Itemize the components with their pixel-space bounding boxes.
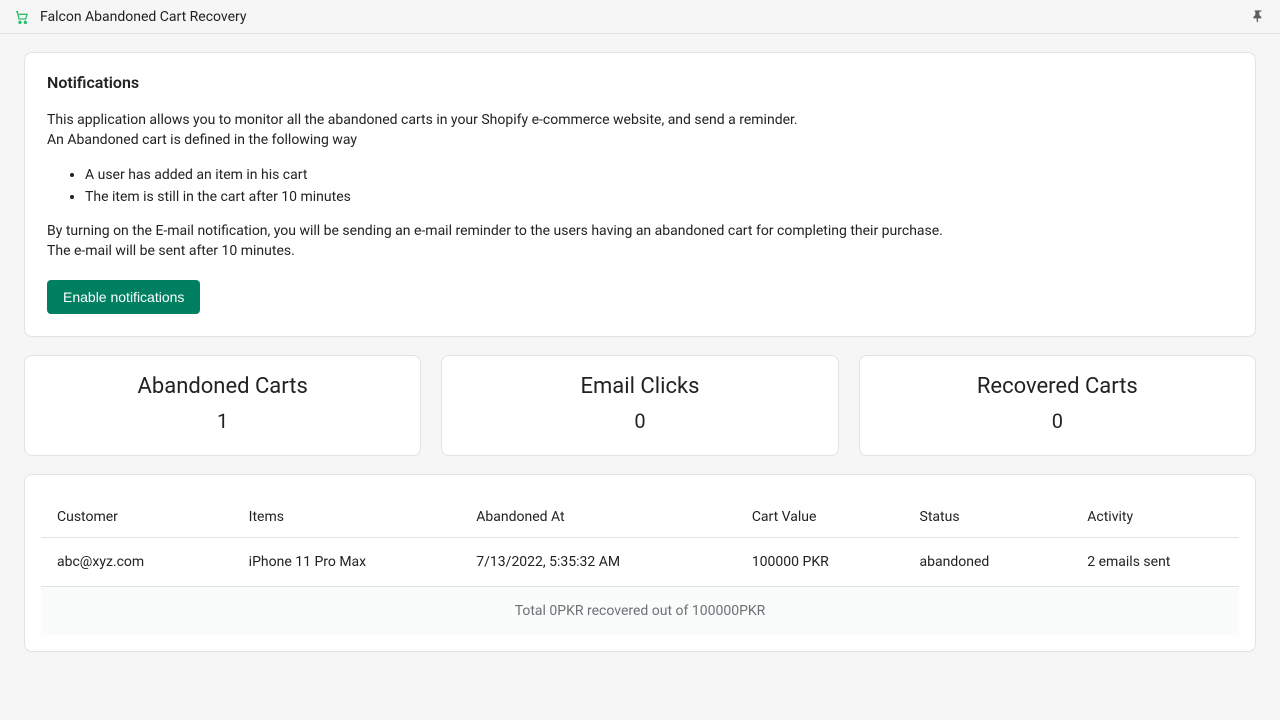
stat-title: Abandoned Carts bbox=[35, 374, 410, 399]
carts-table-card: Customer Items Abandoned At Cart Value S… bbox=[24, 474, 1256, 652]
notifications-bullet-list: A user has added an item in his cart The… bbox=[85, 165, 1233, 208]
notifications-outro-1: By turning on the E-mail notification, y… bbox=[47, 221, 1233, 241]
notifications-intro-1: This application allows you to monitor a… bbox=[47, 110, 1233, 130]
cell-abandoned-at: 7/13/2022, 5:35:32 AM bbox=[460, 537, 736, 586]
notifications-outro-2: The e-mail will be sent after 10 minutes… bbox=[47, 241, 1233, 261]
enable-notifications-button[interactable]: Enable notifications bbox=[47, 280, 200, 314]
col-status: Status bbox=[904, 499, 1072, 538]
cell-activity: 2 emails sent bbox=[1071, 537, 1239, 586]
cell-items: iPhone 11 Pro Max bbox=[233, 537, 461, 586]
stat-email-clicks: Email Clicks 0 bbox=[441, 355, 838, 456]
col-abandoned-at: Abandoned At bbox=[460, 499, 736, 538]
cell-status: abandoned bbox=[904, 537, 1072, 586]
carts-table: Customer Items Abandoned At Cart Value S… bbox=[41, 499, 1239, 587]
cell-customer: abc@xyz.com bbox=[41, 537, 233, 586]
col-cart-value: Cart Value bbox=[736, 499, 904, 538]
table-footer: Total 0PKR recovered out of 100000PKR bbox=[41, 587, 1239, 635]
notifications-bullet: A user has added an item in his cart bbox=[85, 165, 1233, 185]
notifications-intro-2: An Abandoned cart is defined in the foll… bbox=[47, 130, 1233, 150]
col-items: Items bbox=[233, 499, 461, 538]
app-title: Falcon Abandoned Cart Recovery bbox=[40, 9, 247, 25]
stat-recovered-carts: Recovered Carts 0 bbox=[859, 355, 1256, 456]
col-activity: Activity bbox=[1071, 499, 1239, 538]
table-header-row: Customer Items Abandoned At Cart Value S… bbox=[41, 499, 1239, 538]
stat-abandoned-carts: Abandoned Carts 1 bbox=[24, 355, 421, 456]
col-customer: Customer bbox=[41, 499, 233, 538]
stat-value: 1 bbox=[35, 409, 410, 433]
notifications-bullet: The item is still in the cart after 10 m… bbox=[85, 187, 1233, 207]
pin-icon[interactable] bbox=[1250, 9, 1266, 25]
topbar-left: Falcon Abandoned Cart Recovery bbox=[14, 9, 247, 25]
notifications-card: Notifications This application allows yo… bbox=[24, 52, 1256, 337]
stat-title: Email Clicks bbox=[452, 374, 827, 399]
stat-value: 0 bbox=[870, 409, 1245, 433]
table-row: abc@xyz.com iPhone 11 Pro Max 7/13/2022,… bbox=[41, 537, 1239, 586]
topbar: Falcon Abandoned Cart Recovery bbox=[0, 0, 1280, 34]
stat-value: 0 bbox=[452, 409, 827, 433]
cart-icon bbox=[14, 9, 30, 25]
cell-cart-value: 100000 PKR bbox=[736, 537, 904, 586]
notifications-heading: Notifications bbox=[47, 73, 1233, 92]
stats-row: Abandoned Carts 1 Email Clicks 0 Recover… bbox=[24, 355, 1256, 456]
page-content: Notifications This application allows yo… bbox=[0, 34, 1280, 670]
stat-title: Recovered Carts bbox=[870, 374, 1245, 399]
